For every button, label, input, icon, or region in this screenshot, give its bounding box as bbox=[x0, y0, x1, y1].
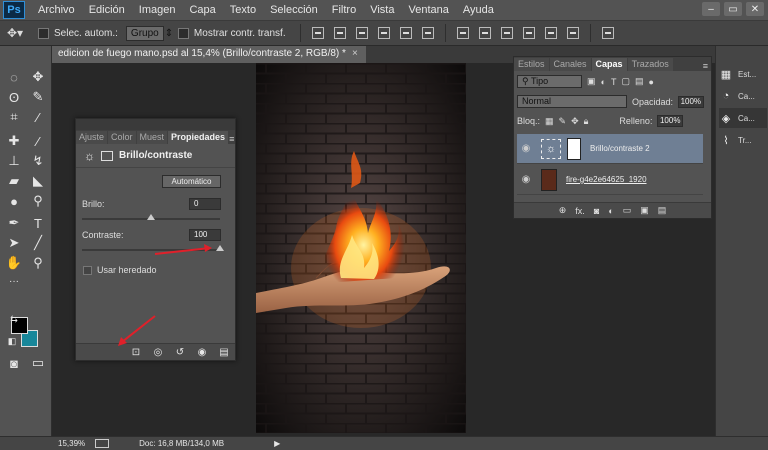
filter-smart-icon[interactable]: ▤ bbox=[635, 76, 644, 87]
filter-type-icon[interactable]: T bbox=[611, 77, 617, 87]
dock-label: Ca... bbox=[738, 113, 755, 123]
filter-row: ⚲ Tipo ▣ ◐ T ▢ ▤ ● bbox=[517, 75, 654, 88]
filter-pixel-icon[interactable]: ▣ bbox=[587, 76, 596, 87]
folder-icon[interactable]: ▭ bbox=[623, 205, 632, 216]
layer-name: fire-g4e2e64625_1920 bbox=[566, 175, 647, 184]
layer-row[interactable]: ◉ ☼ Brillo/contraste 2 bbox=[517, 134, 703, 164]
layer-row[interactable]: ◉ fire-g4e2e64625_1920 bbox=[517, 165, 703, 195]
blend-mode-select[interactable]: Normal bbox=[517, 95, 627, 108]
red-arrow-contrast-head bbox=[204, 244, 212, 252]
tab-estilos[interactable]: Estilos bbox=[514, 58, 549, 71]
styles-icon: ▦ bbox=[720, 68, 732, 81]
search-icon: ⚲ bbox=[522, 76, 531, 86]
eye-icon[interactable]: ◉ bbox=[517, 143, 535, 154]
dock-item-paths[interactable]: ⌇ Tr... bbox=[719, 130, 767, 150]
export-icon[interactable] bbox=[95, 439, 110, 448]
mask-icon[interactable]: ◙ bbox=[594, 206, 599, 216]
lock-all-icon[interactable]: 🔒︎ bbox=[584, 116, 589, 127]
filter-value: Tipo bbox=[530, 76, 549, 86]
fill-label: Relleno: bbox=[619, 116, 653, 126]
link-icon[interactable]: ⊕ bbox=[559, 205, 567, 216]
fill-value[interactable]: 100% bbox=[657, 115, 684, 127]
filter-shape-icon[interactable]: ▢ bbox=[621, 76, 630, 87]
channels-icon: ◔ bbox=[722, 90, 730, 102]
right-dock: ▦ Est... ◔ Ca... ◈ Ca... ⌇ Tr... bbox=[715, 46, 768, 436]
dock-item-channels[interactable]: ◔ Ca... bbox=[719, 86, 767, 106]
opacity-value[interactable]: 100% bbox=[678, 95, 705, 108]
eye-icon[interactable]: ◉ bbox=[517, 174, 535, 185]
trash-icon[interactable]: ▤ bbox=[658, 205, 667, 216]
status-menu-arrow-icon[interactable]: ▶ bbox=[274, 439, 280, 448]
doc-size-info: Doc: 16,8 MB/134,0 MB bbox=[139, 439, 225, 448]
dock-label: Est... bbox=[738, 69, 757, 79]
status-bar: 15,39% Doc: 16,8 MB/134,0 MB ▶ bbox=[0, 436, 768, 450]
adjustment-icon[interactable]: ◐ bbox=[608, 206, 613, 216]
lock-label: Bloq.: bbox=[517, 116, 541, 126]
lock-transparent-icon[interactable]: ▦ bbox=[545, 116, 554, 127]
layer-mask-thumbnail[interactable] bbox=[567, 137, 581, 160]
tab-trazados[interactable]: Trazados bbox=[627, 58, 673, 71]
dock-item-layers[interactable]: ◈ Ca... bbox=[719, 108, 767, 128]
dock-label: Tr... bbox=[738, 135, 752, 145]
lock-row: Bloq.: ▦ ✎ ✥ 🔒︎ Relleno: 100% bbox=[517, 115, 684, 127]
layers-icon: ◈ bbox=[721, 112, 731, 125]
layers-panel: Estilos Canales Capas Trazados ≡ ⚲ Tipo … bbox=[513, 56, 712, 219]
lock-paint-icon[interactable]: ✎ bbox=[559, 116, 567, 127]
layer-thumbnail bbox=[541, 168, 557, 191]
zoom-level[interactable]: 15,39% bbox=[58, 439, 85, 448]
blend-row: Normal Opacidad: 100% bbox=[517, 95, 705, 108]
dock-label: Ca... bbox=[738, 91, 755, 101]
filter-select[interactable]: ⚲ Tipo bbox=[517, 75, 582, 88]
lock-move-icon[interactable]: ✥ bbox=[571, 116, 579, 127]
red-arrow-contrast bbox=[154, 247, 211, 255]
filter-adjust-icon[interactable]: ◐ bbox=[601, 77, 606, 87]
layers-tab-bar: Estilos Canales Capas Trazados ≡ bbox=[514, 57, 711, 71]
red-arrow-clip bbox=[121, 315, 156, 343]
new-layer-icon[interactable]: ▣ bbox=[640, 205, 649, 216]
dock-item-styles[interactable]: ▦ Est... bbox=[719, 64, 767, 84]
layer-name: Brillo/contraste 2 bbox=[590, 144, 650, 153]
tab-canales[interactable]: Canales bbox=[549, 58, 591, 71]
fx-icon[interactable]: fx. bbox=[575, 206, 585, 216]
panel-menu-icon[interactable]: ≡ bbox=[703, 61, 711, 71]
filter-toggle-icon[interactable]: ● bbox=[648, 77, 653, 87]
layers-footer: ⊕ fx. ◙ ◐ ▭ ▣ ▤ bbox=[514, 202, 711, 218]
opacity-label: Opacidad: bbox=[632, 96, 674, 107]
paths-icon: ⌇ bbox=[723, 134, 729, 147]
brightness-contrast-icon: ☼ bbox=[541, 138, 561, 159]
tab-capas[interactable]: Capas bbox=[591, 58, 627, 71]
